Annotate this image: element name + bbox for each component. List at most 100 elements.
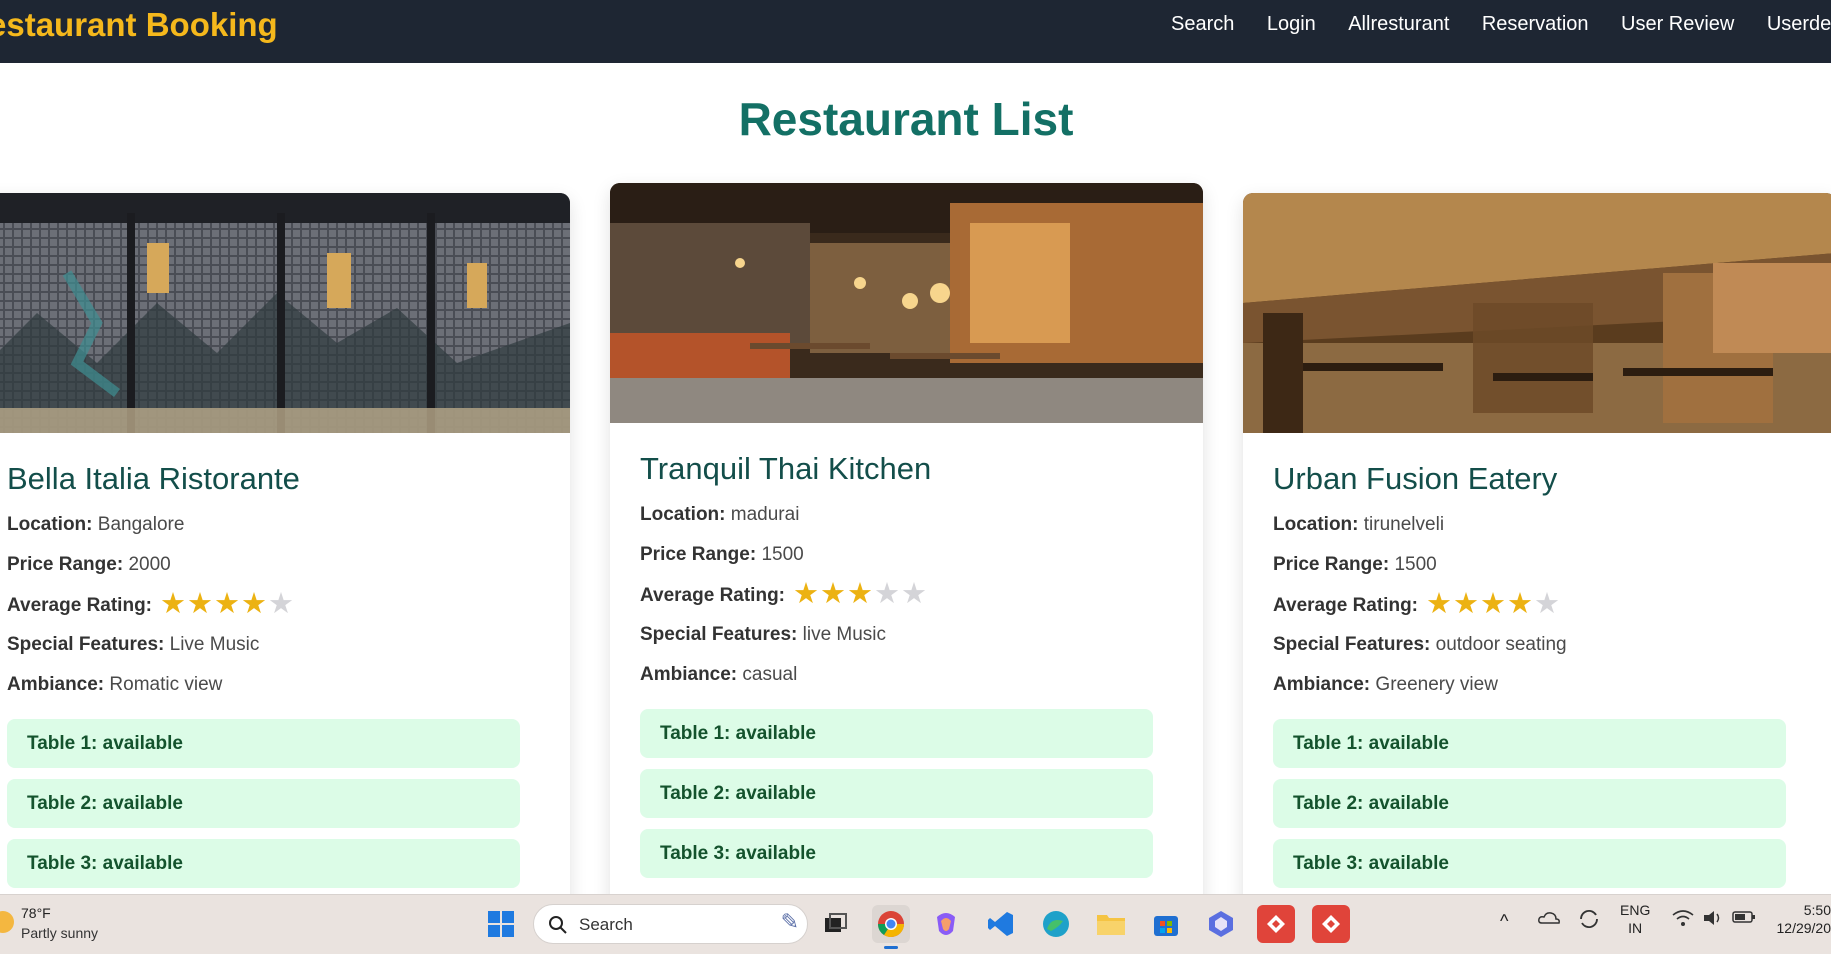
features-row: Special Features: live Music [640, 623, 1173, 646]
ambiance-value: casual [742, 664, 798, 685]
star-filled-icon: ★ [1480, 588, 1506, 620]
nav-link-user-review[interactable]: User Review [1621, 13, 1734, 36]
nav-link-login[interactable]: Login [1267, 13, 1316, 36]
features-row: Special Features: Live Music [7, 633, 540, 656]
sync-icon[interactable] [1578, 909, 1600, 932]
table-availability-item[interactable]: Table 2: available [640, 769, 1153, 818]
star-rating: ★★★★★ [1426, 588, 1561, 620]
ambiance-label: Ambiance: [1273, 674, 1371, 695]
taskbar-search-label: Search [579, 915, 633, 934]
star-empty-icon: ★ [268, 588, 294, 620]
star-empty-icon: ★ [901, 578, 927, 610]
star-rating: ★★★★★ [160, 588, 295, 620]
restaurant-photo [0, 193, 570, 433]
features-value: outdoor seating [1435, 634, 1567, 655]
features-label: Special Features: [1273, 634, 1431, 655]
features-row: Special Features: outdoor seating [1273, 633, 1806, 656]
price-label: Price Range: [7, 554, 124, 575]
star-filled-icon: ★ [241, 588, 267, 620]
table-availability-item[interactable]: Table 2: available [7, 779, 520, 828]
navbar: estaurant Booking Search Login Allrestur… [0, 0, 1831, 63]
language-region: IN [1628, 920, 1643, 936]
language-code: ENG [1620, 902, 1651, 918]
language-indicator[interactable]: ENG IN [1620, 901, 1650, 937]
table-availability-item[interactable]: Table 1: available [1273, 719, 1786, 768]
star-filled-icon: ★ [1507, 588, 1533, 620]
ambiance-row: Ambiance: casual [640, 663, 1173, 686]
table-availability-item[interactable]: Table 1: available [7, 719, 520, 768]
weather-sun-icon [0, 911, 14, 933]
ambiance-value: Romatic view [109, 674, 223, 695]
location-label: Location: [1273, 514, 1359, 535]
battery-icon[interactable] [1732, 909, 1756, 928]
star-filled-icon: ★ [820, 578, 846, 610]
restaurant-card: Bella Italia Ristorante Location: Bangal… [0, 193, 570, 933]
rating-row: Average Rating: ★★★★★ [1273, 588, 1806, 620]
card-body: Bella Italia Ristorante Location: Bangal… [0, 433, 570, 927]
copilot-icon[interactable] [927, 905, 965, 943]
price-label: Price Range: [1273, 554, 1390, 575]
rating-row: Average Rating: ★★★★★ [640, 578, 1173, 610]
nav-link-reservation[interactable]: Reservation [1482, 13, 1589, 36]
table-availability-item[interactable]: Table 2: available [1273, 779, 1786, 828]
star-empty-icon: ★ [1534, 588, 1560, 620]
ambiance-label: Ambiance: [7, 674, 105, 695]
onedrive-icon[interactable] [1538, 909, 1560, 930]
nav-link-allrestaurant[interactable]: Allresturant [1348, 13, 1449, 36]
clock-time: 5:50 [1803, 902, 1831, 918]
weather-temperature: 78°F [21, 905, 51, 921]
restaurant-name[interactable]: Tranquil Thai Kitchen [640, 451, 1173, 487]
location-row: Location: tirunelveli [1273, 513, 1806, 536]
features-value: Live Music [169, 634, 260, 655]
taskbar-search-box[interactable]: Search ✎ [533, 904, 808, 944]
table-availability-item[interactable]: Table 3: available [640, 829, 1153, 878]
restaurant-photo [1243, 193, 1831, 433]
location-row: Location: Bangalore [7, 513, 540, 536]
nav-link-userdetails[interactable]: Userdetails [1767, 13, 1831, 36]
star-filled-icon: ★ [1426, 588, 1452, 620]
table-availability-item[interactable]: Table 3: available [1273, 839, 1786, 888]
price-value: 1500 [1394, 554, 1437, 575]
task-view-icon[interactable] [817, 905, 855, 943]
location-value: tirunelveli [1363, 514, 1445, 535]
chrome-icon[interactable] [872, 905, 910, 949]
table-availability-item[interactable]: Table 3: available [7, 839, 520, 888]
nav-link-search[interactable]: Search [1171, 13, 1234, 36]
card-body: Urban Fusion Eatery Location: tirunelvel… [1243, 433, 1831, 927]
ambiance-label: Ambiance: [640, 664, 738, 685]
location-value: Bangalore [97, 514, 185, 535]
features-value: live Music [802, 624, 887, 645]
star-filled-icon: ★ [214, 588, 240, 620]
star-filled-icon: ★ [160, 588, 186, 620]
volume-icon[interactable] [1702, 909, 1724, 930]
price-row: Price Range: 1500 [1273, 553, 1806, 576]
price-value: 2000 [128, 554, 171, 575]
microsoft-store-icon[interactable] [1147, 905, 1185, 943]
brand-logo-text[interactable]: estaurant Booking [0, 6, 278, 44]
windows-start-icon[interactable] [482, 905, 520, 943]
wifi-icon[interactable] [1672, 909, 1694, 930]
ambiance-row: Ambiance: Greenery view [1273, 673, 1806, 696]
search-highlight-icon: ✎ [780, 909, 799, 934]
price-label: Price Range: [640, 544, 757, 565]
clock[interactable]: 5:50 12/29/20 [1770, 901, 1831, 937]
anydesk-icon[interactable] [1312, 905, 1350, 943]
restaurant-name[interactable]: Bella Italia Ristorante [7, 461, 540, 497]
m365-icon[interactable] [1202, 905, 1240, 943]
file-explorer-icon[interactable] [1092, 905, 1130, 943]
restaurant-card: Tranquil Thai Kitchen Location: madurai … [610, 183, 1203, 923]
location-label: Location: [7, 514, 93, 535]
edge-icon[interactable] [1037, 905, 1075, 943]
weather-widget[interactable]: 78°F Partly sunny [0, 903, 120, 947]
chevron-up-icon[interactable]: ^ [1500, 911, 1508, 932]
anydesk-icon[interactable] [1257, 905, 1295, 943]
star-filled-icon: ★ [1453, 588, 1479, 620]
table-availability-item[interactable]: Table 1: available [640, 709, 1153, 758]
weather-description: Partly sunny [21, 925, 99, 941]
ambiance-value: Greenery view [1375, 674, 1498, 695]
star-filled-icon: ★ [847, 578, 873, 610]
clock-date: 12/29/20 [1776, 920, 1831, 936]
restaurant-name[interactable]: Urban Fusion Eatery [1273, 461, 1806, 497]
rating-label: Average Rating: [640, 585, 785, 607]
vscode-icon[interactable] [982, 905, 1020, 943]
